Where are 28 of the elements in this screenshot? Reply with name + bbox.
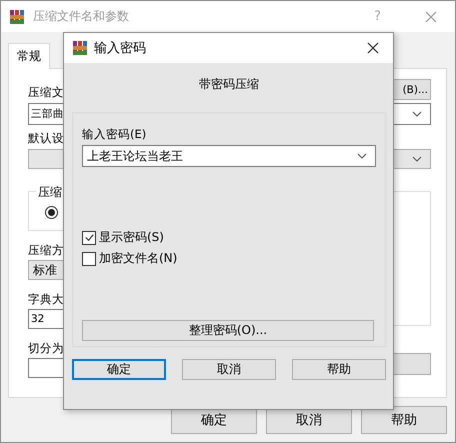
books-icon bbox=[9, 8, 25, 24]
dialog-button[interactable]: 帮助 bbox=[361, 406, 447, 434]
close-icon[interactable] bbox=[367, 42, 379, 54]
field-label: 压缩文 bbox=[28, 85, 64, 100]
field-label: 字典大 bbox=[28, 292, 64, 307]
field-label: 压缩方 bbox=[28, 243, 64, 258]
chevron-down-icon bbox=[357, 153, 367, 159]
checkbox-label[interactable]: 加密文件名(N) bbox=[99, 250, 178, 267]
chevron-down-icon bbox=[412, 156, 422, 162]
checkbox[interactable] bbox=[82, 252, 96, 266]
dialog-button[interactable]: 确定 bbox=[72, 359, 166, 380]
field-label: 默认设 bbox=[28, 131, 64, 146]
dialog-heading: 带密码压缩 bbox=[198, 76, 260, 93]
tab[interactable]: 常规 bbox=[8, 43, 50, 69]
books-icon bbox=[72, 40, 88, 56]
checkbox[interactable] bbox=[82, 230, 96, 244]
window-title: 压缩文件名和参数 bbox=[33, 8, 130, 25]
organize-button[interactable]: 整理密码(O)... bbox=[82, 320, 374, 341]
field-label: 切分为 bbox=[28, 341, 64, 356]
password-label: 输入密码(E) bbox=[82, 127, 146, 142]
radio-button[interactable] bbox=[45, 206, 58, 219]
chevron-down-icon bbox=[412, 111, 422, 117]
dialog-title: 输入密码 bbox=[94, 40, 147, 57]
checkbox-label[interactable]: 显示密码(S) bbox=[99, 229, 164, 246]
password-field[interactable]: 上老王论坛当老王 bbox=[82, 145, 376, 167]
check-icon bbox=[84, 232, 94, 243]
dialog-button[interactable]: 取消 bbox=[182, 359, 276, 380]
dialog-button[interactable]: 帮助 bbox=[292, 359, 386, 380]
